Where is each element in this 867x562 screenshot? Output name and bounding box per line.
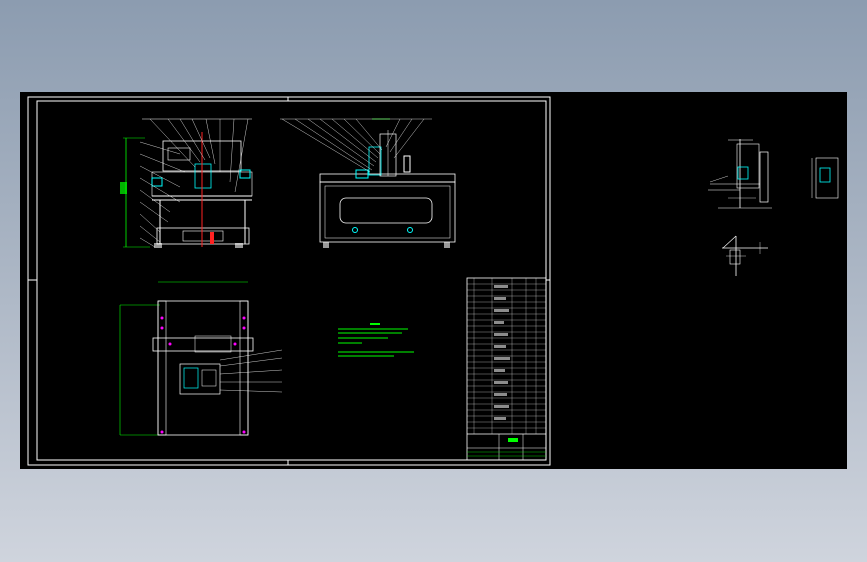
cad-drawing (27, 96, 839, 466)
technical-notes (338, 323, 414, 357)
cad-viewport[interactable] (20, 92, 847, 469)
side-view (280, 118, 456, 248)
detail-view-c (722, 235, 768, 276)
detail-view-a (708, 139, 772, 209)
sheet-inner-border (36, 100, 547, 461)
side-view-window (339, 197, 433, 224)
top-view (119, 281, 283, 436)
title-block-label (508, 438, 518, 442)
parts-list-table (466, 277, 547, 461)
detail-view-b (811, 157, 839, 199)
sheet-outer-border (27, 96, 551, 466)
front-view (120, 118, 253, 248)
